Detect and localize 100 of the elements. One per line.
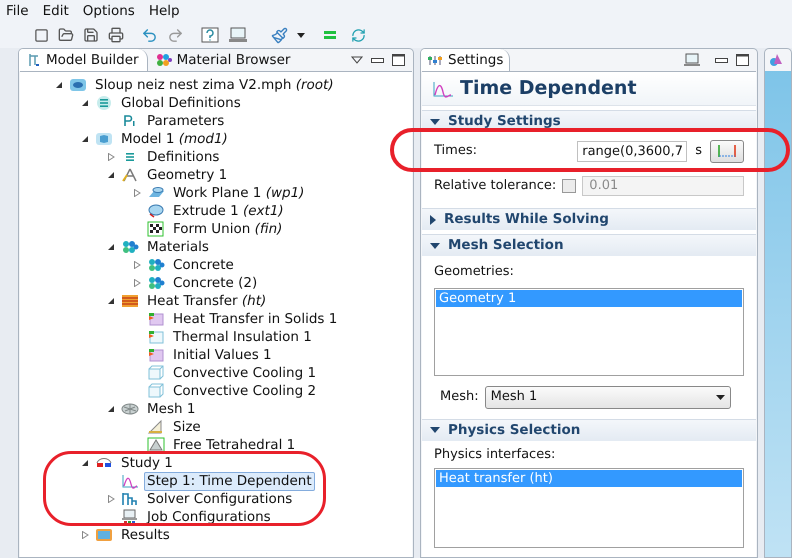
box-icon [147, 365, 165, 381]
checkered-flag-icon [147, 221, 165, 237]
times-field[interactable]: range(0,3600,7 [577, 140, 688, 162]
tree-item[interactable]: Initial Values 1 [170, 346, 275, 364]
expanded-triangle-icon[interactable] [81, 99, 89, 107]
settings-sliders-icon [427, 54, 443, 66]
open-folder-icon[interactable] [58, 27, 74, 43]
material-icon [156, 53, 172, 67]
new-icon[interactable] [34, 28, 49, 42]
mesh-dropdown[interactable]: Mesh 1 [484, 386, 731, 408]
tree-item[interactable]: Parameters [144, 112, 228, 130]
domain-icon [147, 311, 165, 327]
field-label: Relative tolerance: [434, 177, 556, 196]
tetrahedron-icon [147, 437, 165, 453]
refresh-icon[interactable] [351, 28, 366, 42]
field-label: Physics interfaces: [433, 446, 556, 464]
panel-tab[interactable]: Settings [421, 49, 510, 71]
range-icon [717, 144, 737, 158]
curve-plot-icon [121, 473, 139, 489]
settings-title: Time Dependent [460, 76, 637, 102]
print-icon[interactable] [108, 27, 124, 43]
tree-item[interactable]: Convective Cooling 2 [170, 382, 320, 400]
tree-item[interactable]: Heat Transfer in Solids 1 [170, 310, 340, 328]
cube-icon [95, 131, 113, 147]
maximize-icon[interactable] [736, 54, 749, 66]
range-button[interactable] [710, 140, 744, 162]
collapsed-triangle-icon[interactable] [107, 495, 115, 503]
tree-item[interactable]: Extrude 1 (ext1) [170, 202, 287, 220]
domain-icon [147, 347, 165, 363]
tree-item[interactable]: Mesh 1 [144, 400, 198, 418]
tree-item[interactable]: Step 1: Time Dependent [144, 472, 315, 490]
dropdown-caret-icon[interactable] [297, 32, 305, 38]
menu-item[interactable]: Options [82, 0, 135, 22]
expanded-triangle-icon[interactable] [107, 171, 115, 179]
tree-item[interactable]: Work Plane 1 (wp1) [170, 184, 308, 202]
tree-item[interactable]: Sloup neiz nest zima V2.mph (root) [92, 76, 337, 94]
section-header[interactable]: Mesh Selection [422, 234, 756, 256]
tree-item[interactable]: Study 1 [118, 454, 176, 472]
expanded-triangle-icon[interactable] [107, 405, 115, 413]
collapsed-caret-icon [430, 214, 436, 224]
expanded-triangle-icon[interactable] [107, 243, 115, 251]
save-icon[interactable] [83, 27, 99, 43]
results-icon [95, 527, 113, 543]
expanded-triangle-icon[interactable] [81, 459, 89, 467]
tree-item[interactable]: Global Definitions [118, 94, 244, 112]
section-header[interactable]: Results While Solving [422, 208, 756, 230]
tree-item[interactable]: Thermal Insulation 1 [170, 328, 315, 346]
help-icon[interactable] [201, 27, 219, 43]
collapsed-triangle-icon[interactable] [107, 153, 115, 161]
tree-item[interactable]: Concrete (2) [170, 274, 260, 292]
tree-item[interactable]: Solver Configurations [144, 490, 296, 508]
tree-item[interactable]: Definitions [144, 148, 222, 166]
collapsed-triangle-icon[interactable] [133, 261, 141, 269]
mesh-icon [121, 401, 139, 417]
collapsed-triangle-icon[interactable] [133, 189, 141, 197]
menu-item[interactable]: Help [148, 0, 180, 22]
undo-icon[interactable] [141, 26, 158, 44]
menu-item[interactable]: Edit [42, 0, 69, 22]
list-icon [95, 95, 113, 111]
laptop-help-icon[interactable] [228, 27, 248, 43]
field-label: Mesh: [440, 388, 479, 406]
expanded-triangle-icon[interactable] [55, 81, 63, 89]
collapsed-triangle-icon[interactable] [133, 279, 141, 287]
boundary-icon [147, 329, 165, 345]
collapsed-triangle-icon[interactable] [81, 531, 89, 539]
expanded-caret-icon [430, 118, 440, 124]
tree-item[interactable]: Job Configurations [144, 508, 274, 526]
material-icon [121, 239, 139, 255]
tree-item[interactable]: Form Union (fin) [170, 220, 286, 238]
tree-item[interactable]: Free Tetrahedral 1 [170, 436, 298, 454]
tree-item[interactable]: Size [170, 418, 204, 436]
expanded-triangle-icon[interactable] [107, 297, 115, 305]
panel-tab[interactable]: Material Browser [148, 49, 298, 71]
heat-icon [121, 293, 139, 309]
field-label: Times: [434, 142, 477, 160]
section-header[interactable]: Physics Selection [422, 418, 756, 440]
field-label: Geometries: [433, 263, 515, 281]
model-tree-icon [27, 53, 41, 67]
expanded-triangle-icon[interactable] [81, 135, 89, 143]
material-icon [147, 257, 165, 273]
curve-plot-icon [432, 80, 454, 98]
minimize-icon[interactable] [715, 58, 728, 62]
panel-tab[interactable]: Model Builder [19, 49, 148, 71]
view-menu-icon[interactable] [351, 56, 363, 64]
tree-item[interactable]: Geometry 1 [144, 166, 230, 184]
minimize-icon[interactable] [371, 58, 384, 62]
tree-item[interactable]: Model 1 (mod1) [118, 130, 231, 148]
laptop-help-icon[interactable] [683, 53, 701, 67]
redo-icon[interactable] [167, 26, 184, 44]
tree-item[interactable]: Materials [144, 238, 212, 256]
menu-item[interactable]: File [6, 0, 29, 22]
tree-item[interactable]: Convective Cooling 1 [170, 364, 320, 382]
dropdown-caret-icon [716, 394, 725, 400]
tree-item[interactable]: Results [118, 526, 173, 544]
model-file-icon [69, 77, 87, 93]
tree-item[interactable]: Heat Transfer (ht) [144, 292, 270, 310]
tree-item[interactable]: Concrete [170, 256, 237, 274]
brush-icon[interactable] [271, 26, 288, 44]
box-icon [147, 383, 165, 399]
maximize-icon[interactable] [392, 54, 405, 66]
